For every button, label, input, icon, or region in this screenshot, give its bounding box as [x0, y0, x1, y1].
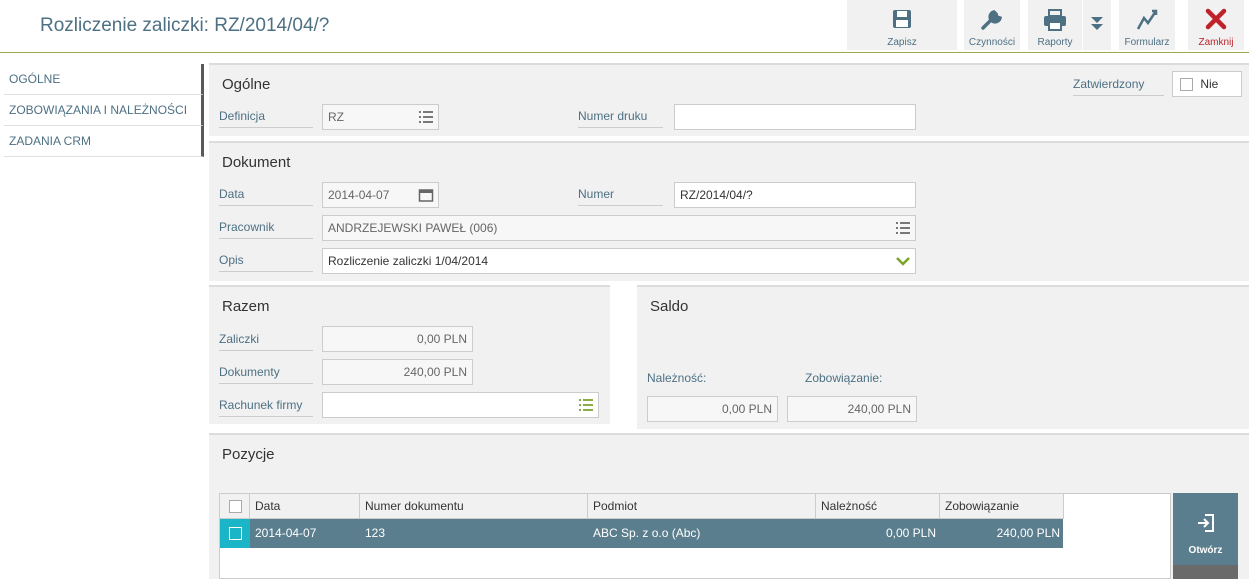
column-header-receivable[interactable]: Należność: [816, 494, 940, 519]
liability-label: Zobowiązanie:: [805, 371, 883, 385]
sidebar-item-general[interactable]: OGÓLNE: [4, 64, 204, 95]
sidebar-item-liabilities[interactable]: ZOBOWIĄZANIA I NALEŻNOŚCI: [4, 95, 204, 126]
liability-field: 240,00 PLN: [787, 396, 917, 422]
cell-doc-number: 123: [365, 526, 386, 540]
list-icon[interactable]: [895, 221, 911, 235]
description-label: Opis: [219, 249, 313, 272]
form-icon: [1119, 8, 1175, 32]
employee-label: Pracownik: [219, 216, 313, 239]
cell-entity: ABC Sp. z o.o (Abc): [593, 526, 701, 540]
save-icon: [847, 8, 957, 32]
company-account-label: Rachunek firmy: [219, 394, 313, 417]
date-field[interactable]: 2014-04-07: [322, 182, 439, 208]
approved-checkbox[interactable]: [1180, 78, 1193, 92]
open-button-shadow: [1173, 565, 1238, 579]
receivable-label: Należność:: [647, 371, 707, 385]
definition-field[interactable]: RZ: [322, 104, 439, 130]
general-panel: Ogólne Definicja RZ Numer druku Zatwierd…: [209, 63, 1249, 136]
approved-field[interactable]: Nie: [1172, 71, 1242, 97]
page-title: Rozliczenie zaliczki: RZ/2014/04/?: [40, 15, 330, 36]
form-button[interactable]: Formularz: [1119, 0, 1175, 50]
double-chevron-down-icon: [1083, 14, 1111, 38]
cell-date: 2014-04-07: [255, 526, 317, 540]
documents-field: 240,00 PLN: [322, 359, 473, 385]
column-header-doc-number[interactable]: Numer dokumentu: [360, 494, 588, 519]
calendar-icon[interactable]: [418, 188, 434, 202]
printer-icon: [1028, 8, 1082, 32]
column-header-date[interactable]: Data: [250, 494, 360, 519]
section-title-positions: Pozycje: [222, 446, 275, 463]
date-label: Data: [219, 183, 313, 206]
definition-label: Definicja: [219, 105, 313, 128]
cell-liability: 240,00 PLN: [996, 526, 1060, 540]
employee-field[interactable]: ANDRZEJEWSKI PAWEŁ (006): [322, 215, 916, 241]
sign-in-icon: [1173, 513, 1238, 533]
cell-receivable: 0,00 PLN: [885, 526, 936, 540]
receivable-field: 0,00 PLN: [647, 396, 778, 422]
number-label: Numer: [578, 183, 663, 206]
number-field[interactable]: RZ/2014/04/?: [674, 182, 916, 208]
section-title-document: Dokument: [222, 154, 291, 171]
section-title-totals: Razem: [222, 298, 270, 315]
table-row[interactable]: 2014-04-07 123 ABC Sp. z o.o (Abc) 0,00 …: [220, 519, 1063, 548]
advances-label: Zaliczki: [219, 328, 313, 351]
list-icon[interactable]: [418, 110, 434, 124]
balance-panel: Saldo Należność: Zobowiązanie: 0,00 PLN …: [637, 285, 1249, 429]
reports-button[interactable]: Raporty: [1028, 0, 1082, 50]
sidebar: OGÓLNE ZOBOWIĄZANIA I NALEŻNOŚCI ZADANIA…: [4, 64, 204, 157]
open-button-label: Otwórz: [1188, 545, 1223, 556]
documents-label: Dokumenty: [219, 361, 313, 384]
wrench-icon: [964, 8, 1020, 32]
open-button[interactable]: Otwórz: [1173, 493, 1238, 565]
totals-panel: Razem Zaliczki 0,00 PLN Dokumenty 240,00…: [209, 285, 610, 424]
column-header-entity[interactable]: Podmiot: [588, 494, 816, 519]
sidebar-item-crm[interactable]: ZADANIA CRM: [4, 126, 204, 157]
row-checkbox[interactable]: [229, 527, 242, 541]
positions-table: Data Numer dokumentu Podmiot Należność Z…: [219, 493, 1171, 579]
close-icon: [1188, 8, 1244, 32]
description-field[interactable]: Rozliczenie zaliczki 1/04/2014: [322, 248, 916, 274]
actions-button[interactable]: Czynności: [964, 0, 1020, 50]
column-header-liability[interactable]: Zobowiązanie: [940, 494, 1064, 519]
document-panel: Dokument Data 2014-04-07 Numer RZ/2014/0…: [209, 141, 1249, 281]
print-number-field[interactable]: [674, 104, 916, 130]
print-number-label: Numer druku: [578, 105, 663, 128]
close-button[interactable]: Zamknij: [1188, 0, 1244, 50]
section-title-balance: Saldo: [650, 298, 689, 315]
row-select-cell[interactable]: [220, 519, 250, 548]
save-button[interactable]: Zapisz: [847, 0, 957, 50]
more-dropdown-button[interactable]: [1083, 0, 1111, 50]
company-account-field[interactable]: [322, 392, 599, 418]
select-all-header: [220, 494, 250, 519]
select-all-checkbox[interactable]: [229, 500, 242, 514]
advances-field: 0,00 PLN: [322, 326, 473, 352]
header-bar: Rozliczenie zaliczki: RZ/2014/04/? Zapis…: [0, 0, 1249, 53]
approved-label: Zatwierdzony: [1073, 73, 1164, 96]
chevron-down-icon[interactable]: [895, 254, 911, 268]
section-title-general: Ogólne: [222, 76, 271, 93]
list-icon[interactable]: [578, 398, 594, 412]
